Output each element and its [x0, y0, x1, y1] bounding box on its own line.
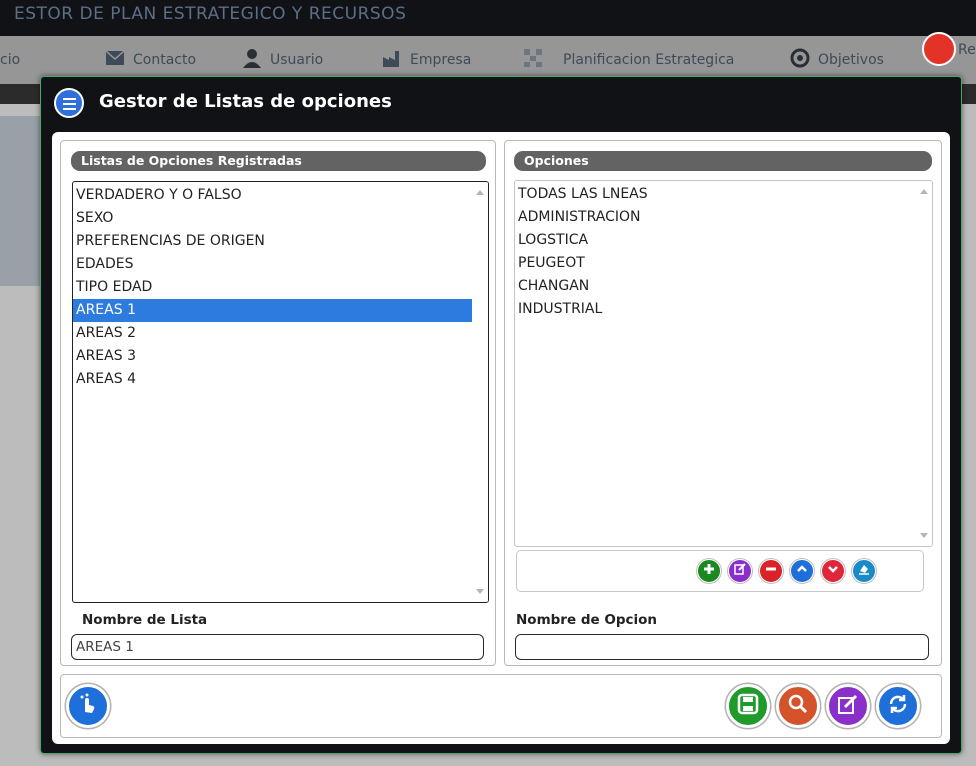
plus-icon [703, 563, 715, 579]
factory-icon [382, 48, 402, 72]
nav-label: cio [0, 52, 21, 68]
chevron-down-icon [827, 563, 839, 579]
target-icon [790, 48, 810, 72]
lists-panel-header: Listas de Opciones Registradas [71, 151, 486, 171]
mail-icon [105, 50, 125, 70]
nav-label: Empresa [410, 52, 472, 68]
add-option-button[interactable] [697, 559, 721, 583]
nav-item-inicio[interactable]: cio [0, 36, 20, 84]
back-arrow-icon[interactable] [922, 32, 956, 66]
move-up-button[interactable] [790, 559, 814, 583]
nav-label: Objetivos [818, 52, 884, 68]
help-button[interactable] [66, 684, 110, 728]
refresh-button[interactable] [876, 684, 920, 728]
list-item[interactable]: SEXO [73, 207, 488, 230]
list-item[interactable]: TIPO EDAD [73, 276, 488, 299]
search-icon [787, 693, 809, 719]
app-title: ESTOR DE PLAN ESTRATEGICO Y RECURSOS [14, 4, 407, 24]
dialog-body: Listas de Opciones Registradas VERDADERO… [52, 132, 950, 744]
edit-option-button[interactable] [728, 559, 752, 583]
list-item[interactable]: AREAS 3 [73, 345, 488, 368]
nav-label: Contacto [133, 52, 197, 68]
options-scrollbar[interactable] [916, 181, 932, 546]
edit-icon [837, 693, 859, 719]
remove-option-button[interactable] [759, 559, 783, 583]
option-name-field[interactable] [515, 634, 929, 660]
registered-lists-panel: Listas de Opciones Registradas VERDADERO… [60, 140, 496, 666]
edit-button[interactable] [826, 684, 870, 728]
options-toolbar [516, 550, 924, 592]
option-item[interactable]: TODAS LAS LNEAS [515, 183, 932, 206]
edit-icon [734, 563, 746, 579]
chevron-up-icon [796, 563, 808, 579]
list-name-label: Nombre de Lista [82, 612, 208, 628]
nav-label: Usuario [270, 52, 324, 68]
list-item[interactable]: PREFERENCIAS DE ORIGEN [73, 230, 488, 253]
refresh-icon [887, 693, 909, 719]
background-image [0, 116, 44, 286]
move-down-button[interactable] [821, 559, 845, 583]
option-item[interactable]: PEUGEOT [515, 252, 932, 275]
options-panel: Opciones TODAS LAS LNEAS ADMINISTRACION LO… [504, 140, 942, 666]
option-name-label: Nombre de Opcion [516, 612, 657, 628]
dialog-header: Gestor de Listas de opciones [41, 77, 961, 131]
list-item[interactable]: EDADES [73, 253, 488, 276]
lists-scrollbar[interactable] [472, 182, 488, 602]
option-item[interactable]: INDUSTRIAL [515, 298, 932, 321]
list-item[interactable]: AREAS 1 [73, 299, 488, 322]
user-icon [242, 48, 262, 72]
dialog-footer [60, 674, 942, 738]
registered-lists[interactable]: VERDADERO Y O FALSO SEXO PREFERENCIAS DE O… [72, 181, 489, 603]
option-item[interactable]: LOGSTICA [515, 229, 932, 252]
options-manager-dialog: Gestor de Listas de opciones Listas de O… [40, 76, 962, 754]
minus-icon [765, 563, 777, 579]
network-icon [523, 48, 543, 72]
list-item[interactable]: AREAS 4 [73, 368, 488, 391]
options-panel-header: Opciones [514, 151, 932, 171]
nav-item-right[interactable]: Re [958, 42, 976, 58]
list-icon [54, 88, 84, 118]
option-item[interactable]: ADMINISTRACION [515, 206, 932, 229]
eraser-icon [858, 563, 870, 579]
app-header: ESTOR DE PLAN ESTRATEGICO Y RECURSOS [0, 0, 976, 36]
dialog-title: Gestor de Listas de opciones [99, 91, 392, 112]
touch-hand-icon [76, 692, 100, 720]
save-button[interactable] [726, 684, 770, 728]
clear-option-button[interactable] [852, 559, 876, 583]
search-button[interactable] [776, 684, 820, 728]
save-icon [737, 693, 759, 719]
nav-label: Planificacion Estrategica [563, 52, 735, 68]
list-item[interactable]: AREAS 2 [73, 322, 488, 345]
list-item[interactable]: VERDADERO Y O FALSO [73, 184, 488, 207]
options-list[interactable]: TODAS LAS LNEAS ADMINISTRACION LOGSTICA PEU… [514, 180, 933, 547]
option-item[interactable]: CHANGAN [515, 275, 932, 298]
list-name-field[interactable] [71, 634, 484, 660]
